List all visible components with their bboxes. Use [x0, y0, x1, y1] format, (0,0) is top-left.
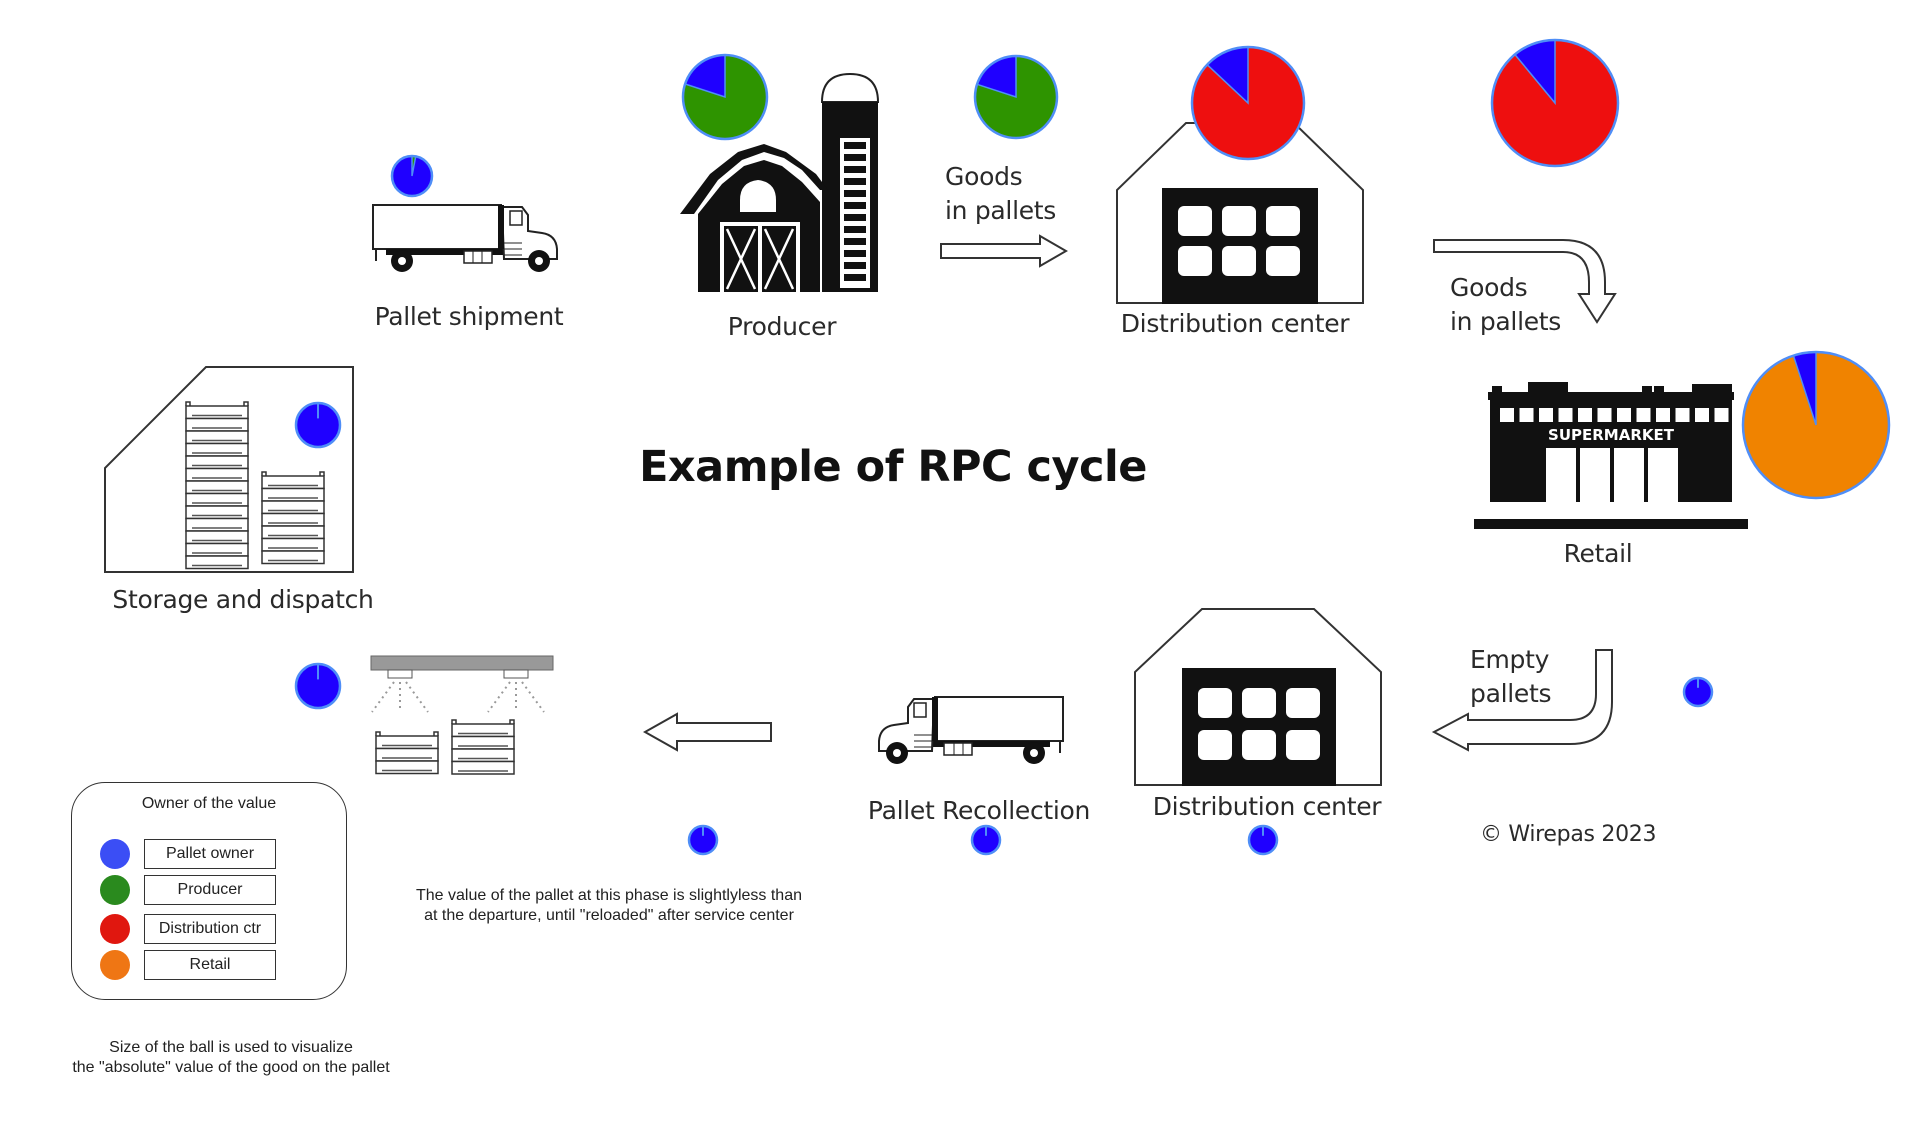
label-distribution-center-top: Distribution center — [1120, 309, 1350, 338]
legend-label: Distribution ctr — [144, 914, 276, 944]
pie-goods-transit-1 — [973, 54, 1059, 140]
legend: Owner of the value Pallet owner Producer… — [71, 782, 347, 1000]
copyright: © Wirepas 2023 — [1480, 822, 1657, 847]
label-goods-in-pallets-2: Goods in pallets — [1450, 273, 1562, 336]
legend-item: Distribution ctr — [100, 914, 320, 944]
label-pallet-shipment: Pallet shipment — [374, 302, 564, 331]
arrow-bent-left-icon — [1431, 649, 1613, 752]
legend-label: Pallet owner — [144, 839, 276, 869]
legend-item: Retail — [100, 950, 320, 980]
truck-icon — [372, 204, 558, 272]
warehouse-icon — [1134, 608, 1382, 786]
pie-pallet-recollection — [970, 824, 1002, 856]
note-line-1: The value of the pallet at this phase is… — [416, 887, 802, 904]
label-producer: Producer — [727, 312, 837, 341]
supermarket-icon: SUPERMARKET — [1474, 382, 1748, 529]
footer-line-1: Size of the ball is used to visualize — [109, 1039, 353, 1056]
label-distribution-center-bottom: Distribution center — [1152, 792, 1382, 821]
note-line-2: at the departure, until "reloaded" after… — [424, 907, 794, 924]
legend-item: Producer — [100, 875, 320, 905]
legend-dot — [100, 950, 130, 980]
pie-producer — [681, 53, 769, 141]
footer-line-2: the "absolute" value of the good on the … — [72, 1059, 390, 1076]
pie-service — [294, 662, 342, 710]
arrow-right-icon — [940, 234, 1069, 268]
pie-retail — [1741, 350, 1891, 500]
truck-icon — [878, 696, 1064, 764]
legend-label: Producer — [144, 875, 276, 905]
legend-label: Retail — [144, 950, 276, 980]
pie-distribution-center-in — [1190, 45, 1306, 161]
legend-dot — [100, 875, 130, 905]
legend-dot — [100, 914, 130, 944]
storage-warehouse-icon — [104, 366, 354, 573]
legend-item: Pallet owner — [100, 839, 320, 869]
scanner-station-icon — [370, 655, 554, 775]
label-goods-in-pallets-1: Goods in pallets — [945, 162, 1057, 225]
label-pallet-recollection: Pallet Recollection — [867, 796, 1091, 825]
pie-distribution-center-out — [1247, 824, 1279, 856]
label-storage-dispatch: Storage and dispatch — [112, 585, 374, 614]
pie-pallet-shipment — [390, 154, 434, 198]
legend-dot — [100, 839, 130, 869]
pie-service-scanning — [687, 824, 719, 856]
legend-title: Owner of the value — [141, 795, 277, 812]
pie-goods-transit-2 — [1490, 38, 1620, 168]
label-retail: Retail — [1563, 539, 1633, 568]
diagram-title: Example of RPC cycle — [639, 442, 1147, 492]
pie-storage-dispatch — [294, 401, 342, 449]
pie-empty-pallets — [1682, 676, 1714, 708]
arrow-left-icon — [642, 712, 772, 752]
supermarket-sign: SUPERMARKET — [1548, 426, 1675, 444]
